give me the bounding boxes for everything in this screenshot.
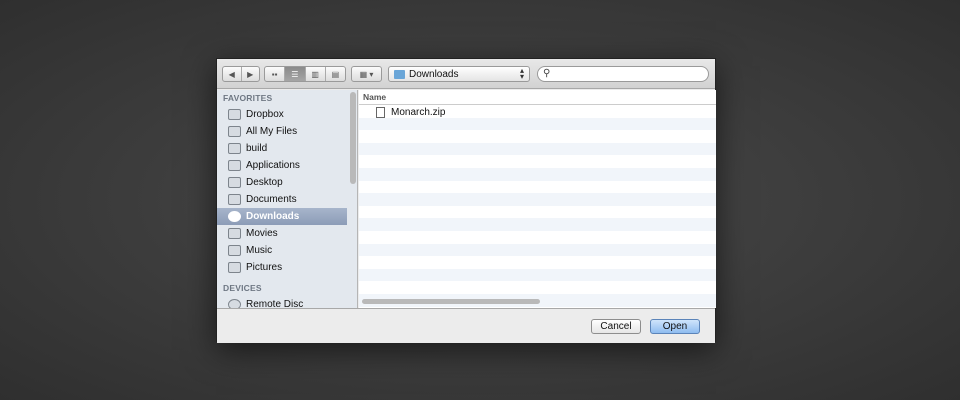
column-view-button[interactable]: ▥ — [306, 67, 326, 81]
list-view-button[interactable]: ☰ — [285, 67, 306, 81]
sidebar-item-label: Remote Disc — [246, 299, 304, 308]
open-button[interactable]: Open — [650, 319, 700, 334]
cancel-button[interactable]: Cancel — [591, 319, 641, 334]
documents-icon — [228, 194, 241, 205]
arrange-menu[interactable]: ▦ ▾ — [351, 66, 382, 82]
downloads-icon — [228, 211, 241, 222]
open-file-dialog: ◀ ▶ ▪▪ ☰ ▥ ▤ ▦ ▾ Downloads ▴ ▾ ⚲ FAVORITE… — [216, 58, 716, 343]
search-icon: ⚲ — [543, 68, 551, 79]
sidebar-item-music[interactable]: Music — [217, 242, 347, 259]
sidebar-item-label: Dropbox — [246, 109, 284, 120]
zip-file-icon — [376, 107, 385, 118]
sidebar-item-label: Applications — [246, 160, 300, 171]
nav-buttons: ◀ ▶ — [222, 66, 260, 82]
icon-view-button[interactable]: ▪▪ — [265, 67, 286, 81]
sidebar-item-label: All My Files — [246, 126, 298, 137]
applications-icon — [228, 160, 241, 171]
location-label: Downloads — [409, 68, 459, 80]
desktop-icon — [228, 177, 241, 188]
row-stripes — [359, 105, 716, 307]
sidebar-item-desktop[interactable]: Desktop — [217, 174, 347, 191]
sidebar-item-label: Desktop — [246, 177, 283, 188]
sidebar-item-downloads[interactable]: Downloads — [217, 208, 347, 225]
sidebar-item-label: Movies — [246, 228, 278, 239]
folder-icon — [394, 69, 405, 79]
file-row[interactable]: Monarch.zip — [376, 107, 445, 118]
sidebar-item-label: Pictures — [246, 262, 283, 273]
favorites-header: FAVORITES — [223, 93, 273, 103]
updown-chevron-icon: ▴ ▾ — [519, 66, 524, 81]
sidebar-item-label: Documents — [246, 194, 297, 205]
folder-icon — [228, 143, 241, 154]
sidebar-item-label: Downloads — [246, 211, 300, 222]
sidebar: FAVORITES Dropbox All My Files build App… — [217, 90, 358, 308]
music-icon — [228, 245, 241, 256]
button-bar: Cancel Open — [217, 308, 715, 343]
camera-icon — [228, 262, 241, 273]
sidebar-item-pictures[interactable]: Pictures — [217, 259, 347, 276]
movies-icon — [228, 228, 241, 239]
devices-header: DEVICES — [223, 283, 262, 293]
forward-button[interactable]: ▶ — [242, 67, 260, 81]
location-popup[interactable]: Downloads ▴ ▾ — [388, 66, 530, 82]
file-name: Monarch.zip — [391, 107, 446, 118]
sidebar-item-applications[interactable]: Applications — [217, 157, 347, 174]
sidebar-item-all-my-files[interactable]: All My Files — [217, 123, 347, 140]
sidebar-item-documents[interactable]: Documents — [217, 191, 347, 208]
column-header-name[interactable]: Name — [359, 90, 716, 105]
disc-icon — [228, 299, 241, 308]
view-mode-segment: ▪▪ ☰ ▥ ▤ — [264, 66, 346, 82]
sidebar-item-remote-disc[interactable]: Remote Disc — [217, 296, 347, 308]
sidebar-item-label: Music — [246, 245, 273, 256]
back-button[interactable]: ◀ — [223, 67, 242, 81]
toolbar: ◀ ▶ ▪▪ ☰ ▥ ▤ ▦ ▾ Downloads ▴ ▾ ⚲ — [217, 59, 715, 89]
search-input[interactable] — [537, 66, 709, 82]
arrange-button[interactable]: ▦ ▾ — [352, 67, 381, 81]
file-list: Name Monarch.zip — [359, 90, 716, 308]
all-files-icon — [228, 126, 241, 137]
sidebar-scrollbar[interactable] — [350, 92, 356, 184]
sidebar-item-build[interactable]: build — [217, 140, 347, 157]
sidebar-item-movies[interactable]: Movies — [217, 225, 347, 242]
sidebar-item-label: build — [246, 143, 268, 154]
horizontal-scrollbar[interactable] — [362, 299, 540, 304]
folder-icon — [228, 109, 241, 120]
sidebar-item-dropbox[interactable]: Dropbox — [217, 106, 347, 123]
coverflow-view-button[interactable]: ▤ — [326, 67, 345, 81]
